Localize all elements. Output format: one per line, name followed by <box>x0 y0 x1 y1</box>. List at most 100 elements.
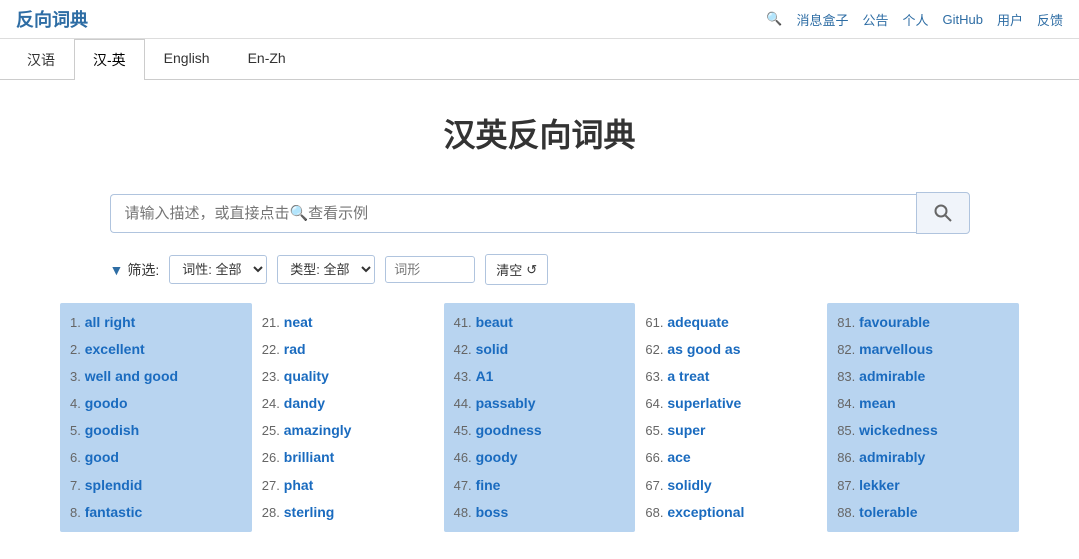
word-link[interactable]: tolerable <box>859 504 917 520</box>
word-number: 8. <box>70 505 81 520</box>
word-link[interactable]: adequate <box>667 314 728 330</box>
list-item: 22. rad <box>262 336 434 363</box>
clear-button[interactable]: 清空 ↺ <box>485 254 548 285</box>
word-column-3: 41. beaut42. solid43. A144. passably45. … <box>444 303 636 532</box>
header-feedback[interactable]: 反馈 <box>1037 10 1063 29</box>
word-link[interactable]: neat <box>284 314 313 330</box>
word-link[interactable]: dandy <box>284 395 325 411</box>
word-number: 66. <box>645 450 663 465</box>
word-link[interactable]: super <box>667 422 705 438</box>
word-link[interactable]: passably <box>476 395 536 411</box>
word-link[interactable]: rad <box>284 341 306 357</box>
pos-filter[interactable]: 词性: 全部 <box>169 255 267 284</box>
word-link[interactable]: splendid <box>85 477 143 493</box>
main-content: 汉英反向词典 ▼ 筛选: 词性: 全部 类型: 全部 清空 ↺ <box>0 80 1079 552</box>
word-link[interactable]: fine <box>476 477 501 493</box>
word-link[interactable]: admirably <box>859 449 925 465</box>
filter-icon: ▼ <box>110 262 124 278</box>
app-logo[interactable]: 反向词典 <box>16 6 88 32</box>
header-search-icon[interactable]: 🔍 <box>766 11 782 27</box>
header-github[interactable]: GitHub <box>943 12 983 27</box>
list-item: 2. excellent <box>70 336 242 363</box>
word-link[interactable]: wickedness <box>859 422 938 438</box>
word-link[interactable]: all right <box>85 314 136 330</box>
tab-chinese[interactable]: 汉语 <box>8 39 74 80</box>
list-item: 46. goody <box>454 444 626 471</box>
list-item: 48. boss <box>454 499 626 526</box>
main-tabs: 汉语 汉-英 English En-Zh <box>0 39 1079 80</box>
list-item: 67. solidly <box>645 472 817 499</box>
word-link[interactable]: goodo <box>85 395 128 411</box>
word-link[interactable]: solidly <box>667 477 711 493</box>
tab-en-zh[interactable]: En-Zh <box>229 39 305 80</box>
word-link[interactable]: marvellous <box>859 341 933 357</box>
word-number: 25. <box>262 423 280 438</box>
word-link[interactable]: brilliant <box>284 449 335 465</box>
header-messages[interactable]: 消息盒子 <box>796 10 848 29</box>
list-item: 43. A1 <box>454 363 626 390</box>
list-item: 23. quality <box>262 363 434 390</box>
word-number: 41. <box>454 315 472 330</box>
word-number: 7. <box>70 478 81 493</box>
word-number: 68. <box>645 505 663 520</box>
header-user[interactable]: 个人 <box>902 10 928 29</box>
word-link[interactable]: as good as <box>667 341 740 357</box>
word-link[interactable]: goodness <box>476 422 542 438</box>
word-number: 44. <box>454 396 472 411</box>
word-number: 62. <box>645 342 663 357</box>
refresh-icon: ↺ <box>526 262 537 278</box>
word-link[interactable]: solid <box>476 341 509 357</box>
word-number: 5. <box>70 423 81 438</box>
list-item: 28. sterling <box>262 499 434 526</box>
word-link[interactable]: fantastic <box>85 504 143 520</box>
word-link[interactable]: beaut <box>476 314 513 330</box>
word-link[interactable]: goody <box>476 449 518 465</box>
list-item: 88. tolerable <box>837 499 1009 526</box>
list-item: 41. beaut <box>454 309 626 336</box>
word-link[interactable]: ace <box>667 449 690 465</box>
search-input[interactable] <box>125 205 902 222</box>
list-item: 1. all right <box>70 309 242 336</box>
word-number: 63. <box>645 369 663 384</box>
list-item: 27. phat <box>262 472 434 499</box>
word-link[interactable]: excellent <box>85 341 145 357</box>
word-link[interactable]: mean <box>859 395 896 411</box>
word-link[interactable]: well and good <box>85 368 178 384</box>
word-number: 61. <box>645 315 663 330</box>
word-link[interactable]: good <box>85 449 119 465</box>
search-input-wrap <box>110 194 916 233</box>
list-item: 4. goodo <box>70 390 242 417</box>
word-number: 24. <box>262 396 280 411</box>
header-account[interactable]: 用户 <box>997 10 1023 29</box>
word-link[interactable]: superlative <box>667 395 741 411</box>
filter-bar: ▼ 筛选: 词性: 全部 类型: 全部 清空 ↺ <box>110 254 970 285</box>
word-link[interactable]: boss <box>476 504 509 520</box>
word-number: 6. <box>70 450 81 465</box>
word-link[interactable]: quality <box>284 368 329 384</box>
list-item: 62. as good as <box>645 336 817 363</box>
word-link[interactable]: lekker <box>859 477 899 493</box>
word-link[interactable]: favourable <box>859 314 930 330</box>
word-link[interactable]: amazingly <box>284 422 352 438</box>
list-item: 21. neat <box>262 309 434 336</box>
search-button[interactable] <box>916 192 970 234</box>
header-announcements[interactable]: 公告 <box>862 10 888 29</box>
word-link[interactable]: phat <box>284 477 314 493</box>
tab-chinese-english[interactable]: 汉-英 <box>74 39 145 80</box>
word-number: 4. <box>70 396 81 411</box>
header-nav: 🔍 消息盒子 公告 个人 GitHub 用户 反馈 <box>766 10 1063 29</box>
type-filter[interactable]: 类型: 全部 <box>277 255 375 284</box>
tab-english[interactable]: English <box>145 39 229 80</box>
word-link[interactable]: admirable <box>859 368 925 384</box>
list-item: 81. favourable <box>837 309 1009 336</box>
word-link[interactable]: sterling <box>284 504 335 520</box>
word-link[interactable]: a treat <box>667 368 709 384</box>
word-number: 45. <box>454 423 472 438</box>
list-item: 7. splendid <box>70 472 242 499</box>
word-link[interactable]: goodish <box>85 422 139 438</box>
word-link[interactable]: A1 <box>476 368 494 384</box>
word-number: 43. <box>454 369 472 384</box>
page-title: 汉英反向词典 <box>60 110 1019 156</box>
word-link[interactable]: exceptional <box>667 504 744 520</box>
morphology-input[interactable] <box>385 256 475 283</box>
